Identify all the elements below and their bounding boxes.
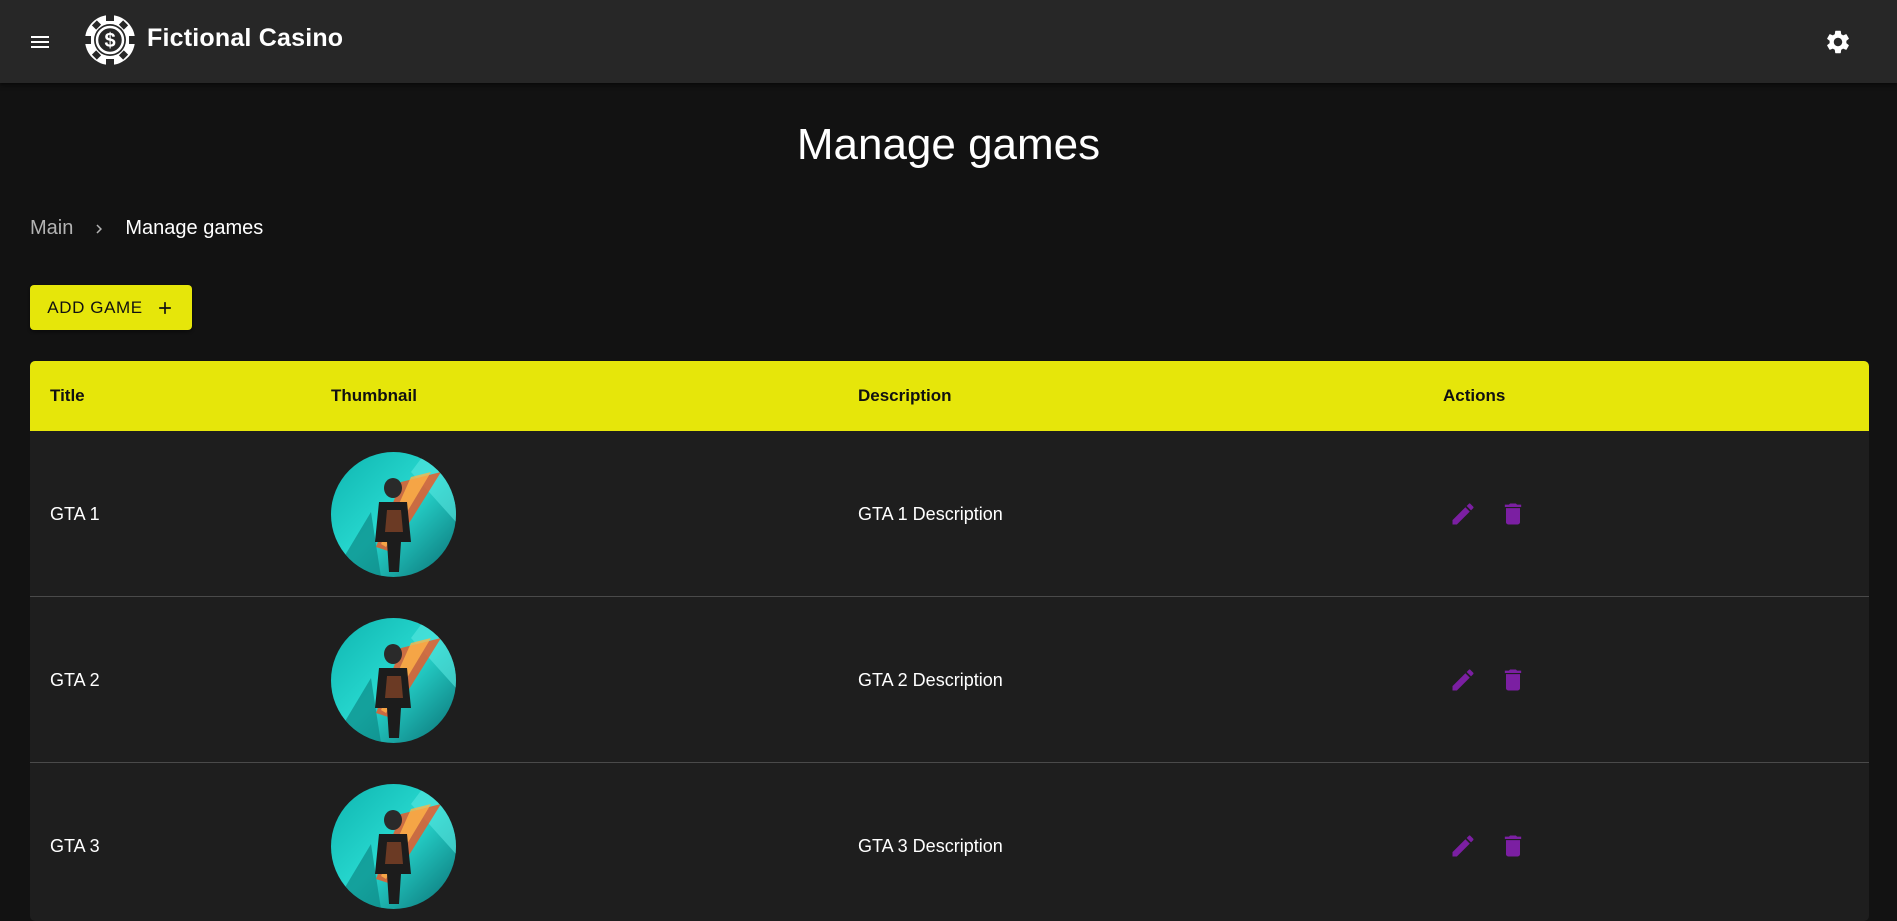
- edit-button[interactable]: [1443, 494, 1483, 534]
- svg-text:$: $: [104, 30, 115, 52]
- game-thumbnail: [331, 784, 456, 909]
- game-title: GTA 3: [50, 835, 100, 856]
- row-actions: [1443, 763, 1533, 921]
- breadcrumb: Main Manage games: [30, 217, 263, 240]
- add-game-button[interactable]: ADD GAME: [30, 285, 192, 330]
- menu-icon: [31, 36, 49, 48]
- game-title: GTA 2: [50, 669, 100, 690]
- delete-button[interactable]: [1493, 660, 1533, 700]
- menu-button[interactable]: [20, 22, 60, 62]
- game-thumbnail: [331, 452, 456, 577]
- table-row: GTA 3 GTA 3 Description: [30, 763, 1869, 921]
- breadcrumb-current: Manage games: [125, 217, 264, 239]
- casino-chip-dollar-icon: $: [84, 14, 136, 66]
- column-header-description: Description: [858, 386, 952, 405]
- app-bar: $ Fictional Casino: [0, 0, 1897, 83]
- row-actions: [1443, 431, 1533, 597]
- column-header-thumbnail: Thumbnail: [331, 386, 417, 405]
- column-header-actions: Actions: [1443, 386, 1506, 405]
- pencil-edit-icon: [1452, 835, 1474, 857]
- table-row: GTA 2 GTA 2 Description: [30, 597, 1869, 763]
- plus-icon: [155, 298, 175, 318]
- pencil-edit-icon: [1452, 669, 1474, 691]
- table-header: Title Thumbnail Description Actions: [30, 361, 1869, 431]
- chevron-right-icon: [90, 220, 108, 238]
- game-description: GTA 3 Description: [858, 835, 1003, 856]
- breadcrumb-main-link[interactable]: Main: [30, 217, 73, 240]
- trash-delete-icon: [1504, 835, 1522, 857]
- row-actions: [1443, 597, 1533, 763]
- games-table: Title Thumbnail Description Actions GTA …: [30, 361, 1869, 921]
- app-title: Fictional Casino: [147, 24, 344, 52]
- game-description: GTA 2 Description: [858, 669, 1003, 690]
- table-row: GTA 1 GTA 1 Description: [30, 431, 1869, 597]
- game-title: GTA 1: [50, 503, 100, 524]
- page-title: Manage games: [796, 120, 1101, 169]
- delete-button[interactable]: [1493, 826, 1533, 866]
- trash-delete-icon: [1504, 669, 1522, 691]
- pencil-edit-icon: [1452, 503, 1474, 525]
- gear-icon: [1827, 30, 1849, 54]
- game-thumbnail: [331, 618, 456, 743]
- delete-button[interactable]: [1493, 494, 1533, 534]
- settings-button[interactable]: [1818, 22, 1858, 62]
- trash-delete-icon: [1504, 503, 1522, 525]
- column-header-title: Title: [50, 386, 85, 405]
- game-description: GTA 1 Description: [858, 503, 1003, 524]
- add-game-label: ADD GAME: [47, 297, 143, 317]
- edit-button[interactable]: [1443, 660, 1483, 700]
- edit-button[interactable]: [1443, 826, 1483, 866]
